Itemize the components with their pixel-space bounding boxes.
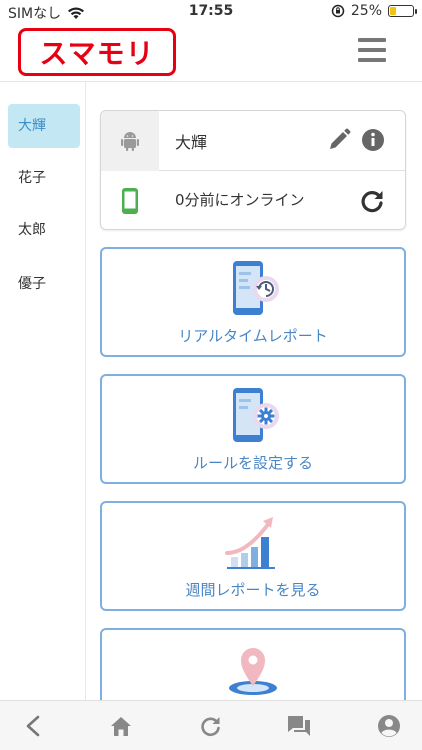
device-card: 大輝 0分前にオンライン [100, 110, 406, 230]
app-logo[interactable]: スマモリ [18, 28, 176, 76]
chat-icon[interactable] [286, 713, 312, 739]
hamburger-menu-icon[interactable] [358, 38, 386, 62]
orientation-lock-icon [331, 4, 345, 18]
sidebar-item-child-3[interactable]: 太郎 [8, 208, 80, 252]
device-name: 大輝 [175, 133, 208, 152]
sidebar-item-child-1[interactable]: 大輝 [8, 104, 80, 148]
reload-icon[interactable] [197, 713, 223, 739]
main-content: 大輝 0分前にオンライン リアルタイムレポート ルールを設定する 週間レポートを… [100, 110, 406, 738]
rule-settings-icon [233, 388, 279, 442]
pencil-icon[interactable] [327, 128, 351, 152]
realtime-report-label: リアルタイムレポート [178, 327, 328, 345]
battery-percent: 25% [350, 3, 382, 19]
online-status: 0分前にオンライン [175, 191, 305, 209]
sidebar-item-child-4[interactable]: 優子 [8, 262, 80, 306]
weekly-report-label: 週間レポートを見る [185, 581, 321, 599]
rule-settings-button[interactable]: ルールを設定する [100, 374, 406, 484]
battery-icon [388, 5, 417, 17]
logo-text: スマモリ [39, 37, 155, 70]
bottom-nav [0, 700, 422, 750]
phone-online-icon [122, 188, 138, 214]
rule-settings-label: ルールを設定する [192, 454, 313, 472]
account-icon[interactable] [376, 713, 402, 739]
home-icon[interactable] [108, 713, 134, 739]
back-icon[interactable] [20, 713, 46, 739]
info-icon[interactable] [361, 128, 385, 152]
refresh-icon[interactable] [359, 188, 385, 214]
weekly-report-button[interactable]: 週間レポートを見る [100, 501, 406, 611]
sidebar-item-child-2[interactable]: 花子 [8, 156, 80, 200]
child-sidebar: 大輝 花子 太郎 優子 [0, 82, 86, 700]
realtime-report-button[interactable]: リアルタイムレポート [100, 247, 406, 357]
app-header: スマモリ [0, 24, 422, 82]
status-bar: SIMなし 17:55 25% [0, 0, 422, 24]
realtime-report-icon [233, 261, 279, 315]
weekly-report-icon [225, 517, 275, 569]
location-pin-icon [229, 648, 277, 695]
android-icon [101, 111, 159, 171]
